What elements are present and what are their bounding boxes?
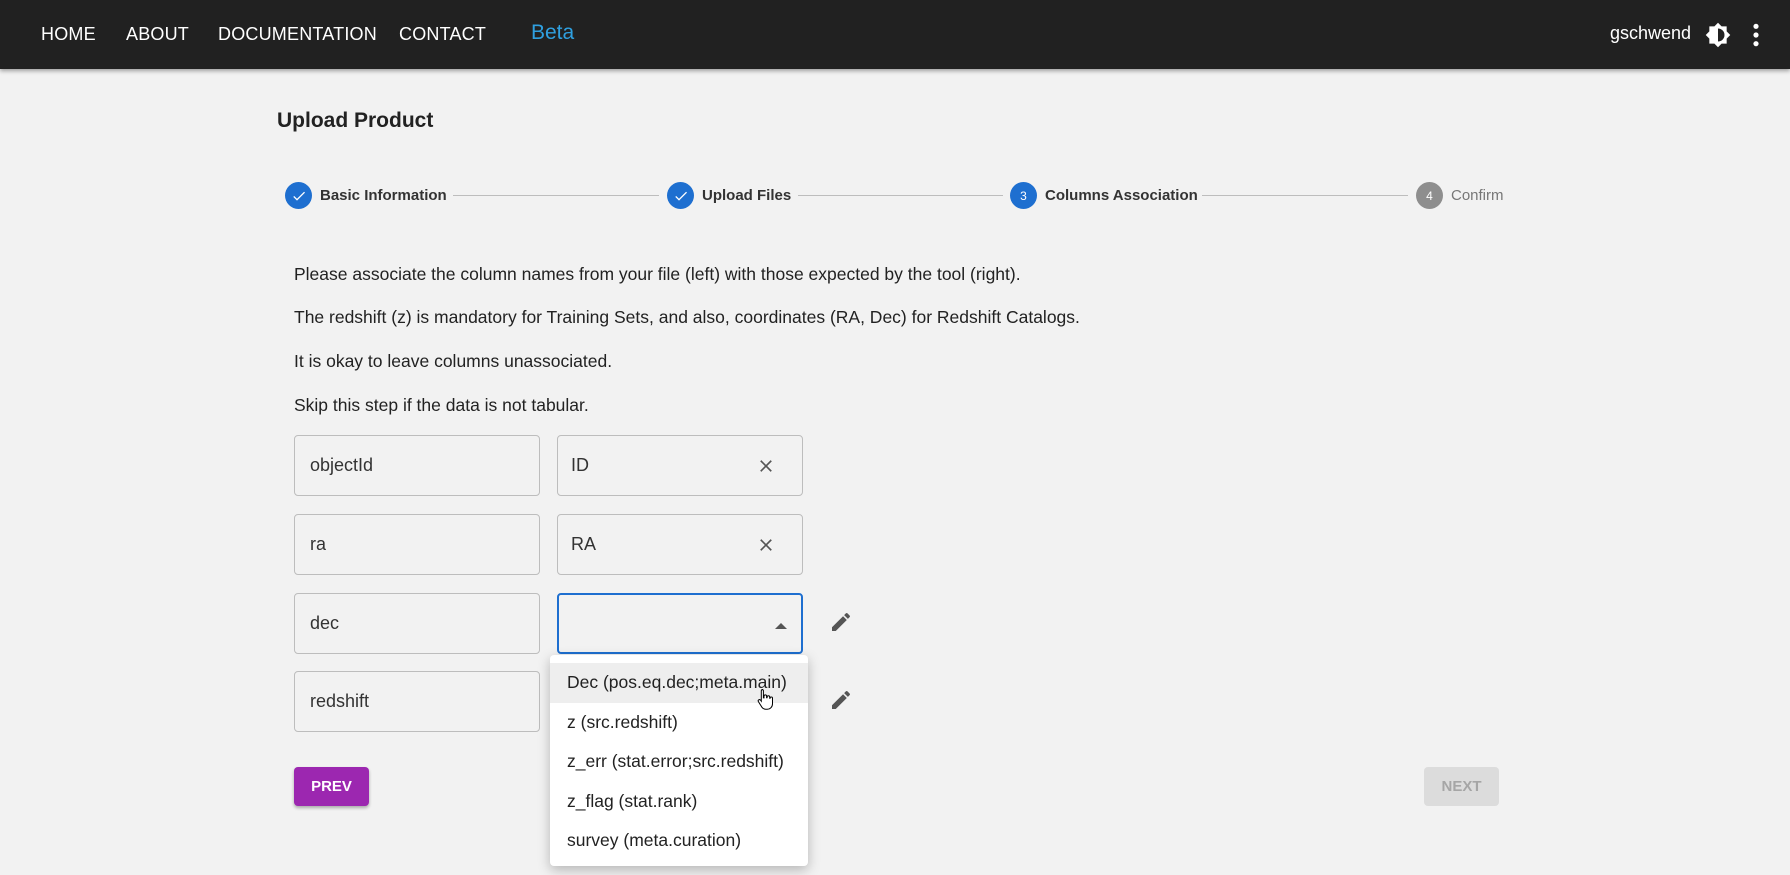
instruction-text: Please associate the column names from y… [294, 264, 1021, 284]
step-number: 3 [1010, 182, 1037, 209]
file-column-field: objectId [294, 435, 540, 496]
file-column-name: objectId [310, 455, 374, 475]
check-icon [667, 182, 694, 209]
file-column-name: ra [310, 534, 327, 554]
menu-option[interactable]: z_err (stat.error;src.redshift) [550, 742, 808, 782]
nav-about[interactable]: ABOUT [126, 24, 189, 45]
instruction-text: Skip this step if the data is not tabula… [294, 395, 589, 415]
username[interactable]: gschwend [1610, 23, 1691, 44]
more-vert-icon[interactable] [1748, 22, 1764, 48]
column-select[interactable] [557, 593, 803, 654]
selected-column-value: ID [571, 455, 589, 475]
clear-icon[interactable] [756, 535, 776, 555]
file-column-field: ra [294, 514, 540, 575]
clear-icon[interactable] [756, 456, 776, 476]
file-column-field: dec [294, 593, 540, 654]
file-column-field: redshift [294, 671, 540, 732]
step-columns-association: 3 Columns Association [1010, 182, 1198, 209]
nav-contact[interactable]: CONTACT [399, 24, 486, 45]
step-upload-files: Upload Files [667, 182, 791, 209]
column-options-menu: Dec (pos.eq.dec;meta.main) z (src.redshi… [550, 655, 808, 866]
nav-home[interactable]: HOME [41, 24, 96, 45]
step-label: Columns Association [1045, 187, 1198, 204]
step-label: Basic Information [320, 187, 447, 204]
nav-documentation[interactable]: DOCUMENTATION [218, 24, 377, 45]
column-select[interactable]: ID [557, 435, 803, 496]
page-title: Upload Product [277, 109, 434, 132]
app-bar: HOME ABOUT DOCUMENTATION CONTACT Beta gs… [0, 0, 1790, 69]
step-basic-information: Basic Information [285, 182, 447, 209]
step-connector [1202, 195, 1408, 196]
beta-badge: Beta [531, 21, 575, 44]
file-column-name: dec [310, 613, 340, 633]
selected-column-value: RA [571, 534, 597, 554]
step-label: Confirm [1451, 187, 1504, 204]
edit-icon[interactable] [829, 688, 853, 712]
next-button[interactable]: NEXT [1424, 767, 1499, 806]
instruction-text: The redshift (z) is mandatory for Traini… [294, 307, 1080, 327]
column-select[interactable]: RA [557, 514, 803, 575]
theme-toggle-icon[interactable] [1705, 22, 1731, 48]
step-connector [798, 195, 1003, 196]
step-connector [453, 195, 659, 196]
file-column-name: redshift [310, 691, 370, 711]
prev-button[interactable]: PREV [294, 767, 369, 806]
step-confirm: 4 Confirm [1416, 182, 1504, 209]
menu-option[interactable]: z_flag (stat.rank) [550, 782, 808, 822]
instruction-text: It is okay to leave columns unassociated… [294, 351, 613, 371]
edit-icon[interactable] [829, 610, 853, 634]
check-icon [285, 182, 312, 209]
hand-cursor-icon [757, 689, 773, 710]
step-number: 4 [1416, 182, 1443, 209]
arrow-up-icon[interactable] [775, 623, 787, 629]
step-label: Upload Files [702, 187, 792, 204]
menu-option[interactable]: survey (meta.curation) [550, 821, 808, 861]
